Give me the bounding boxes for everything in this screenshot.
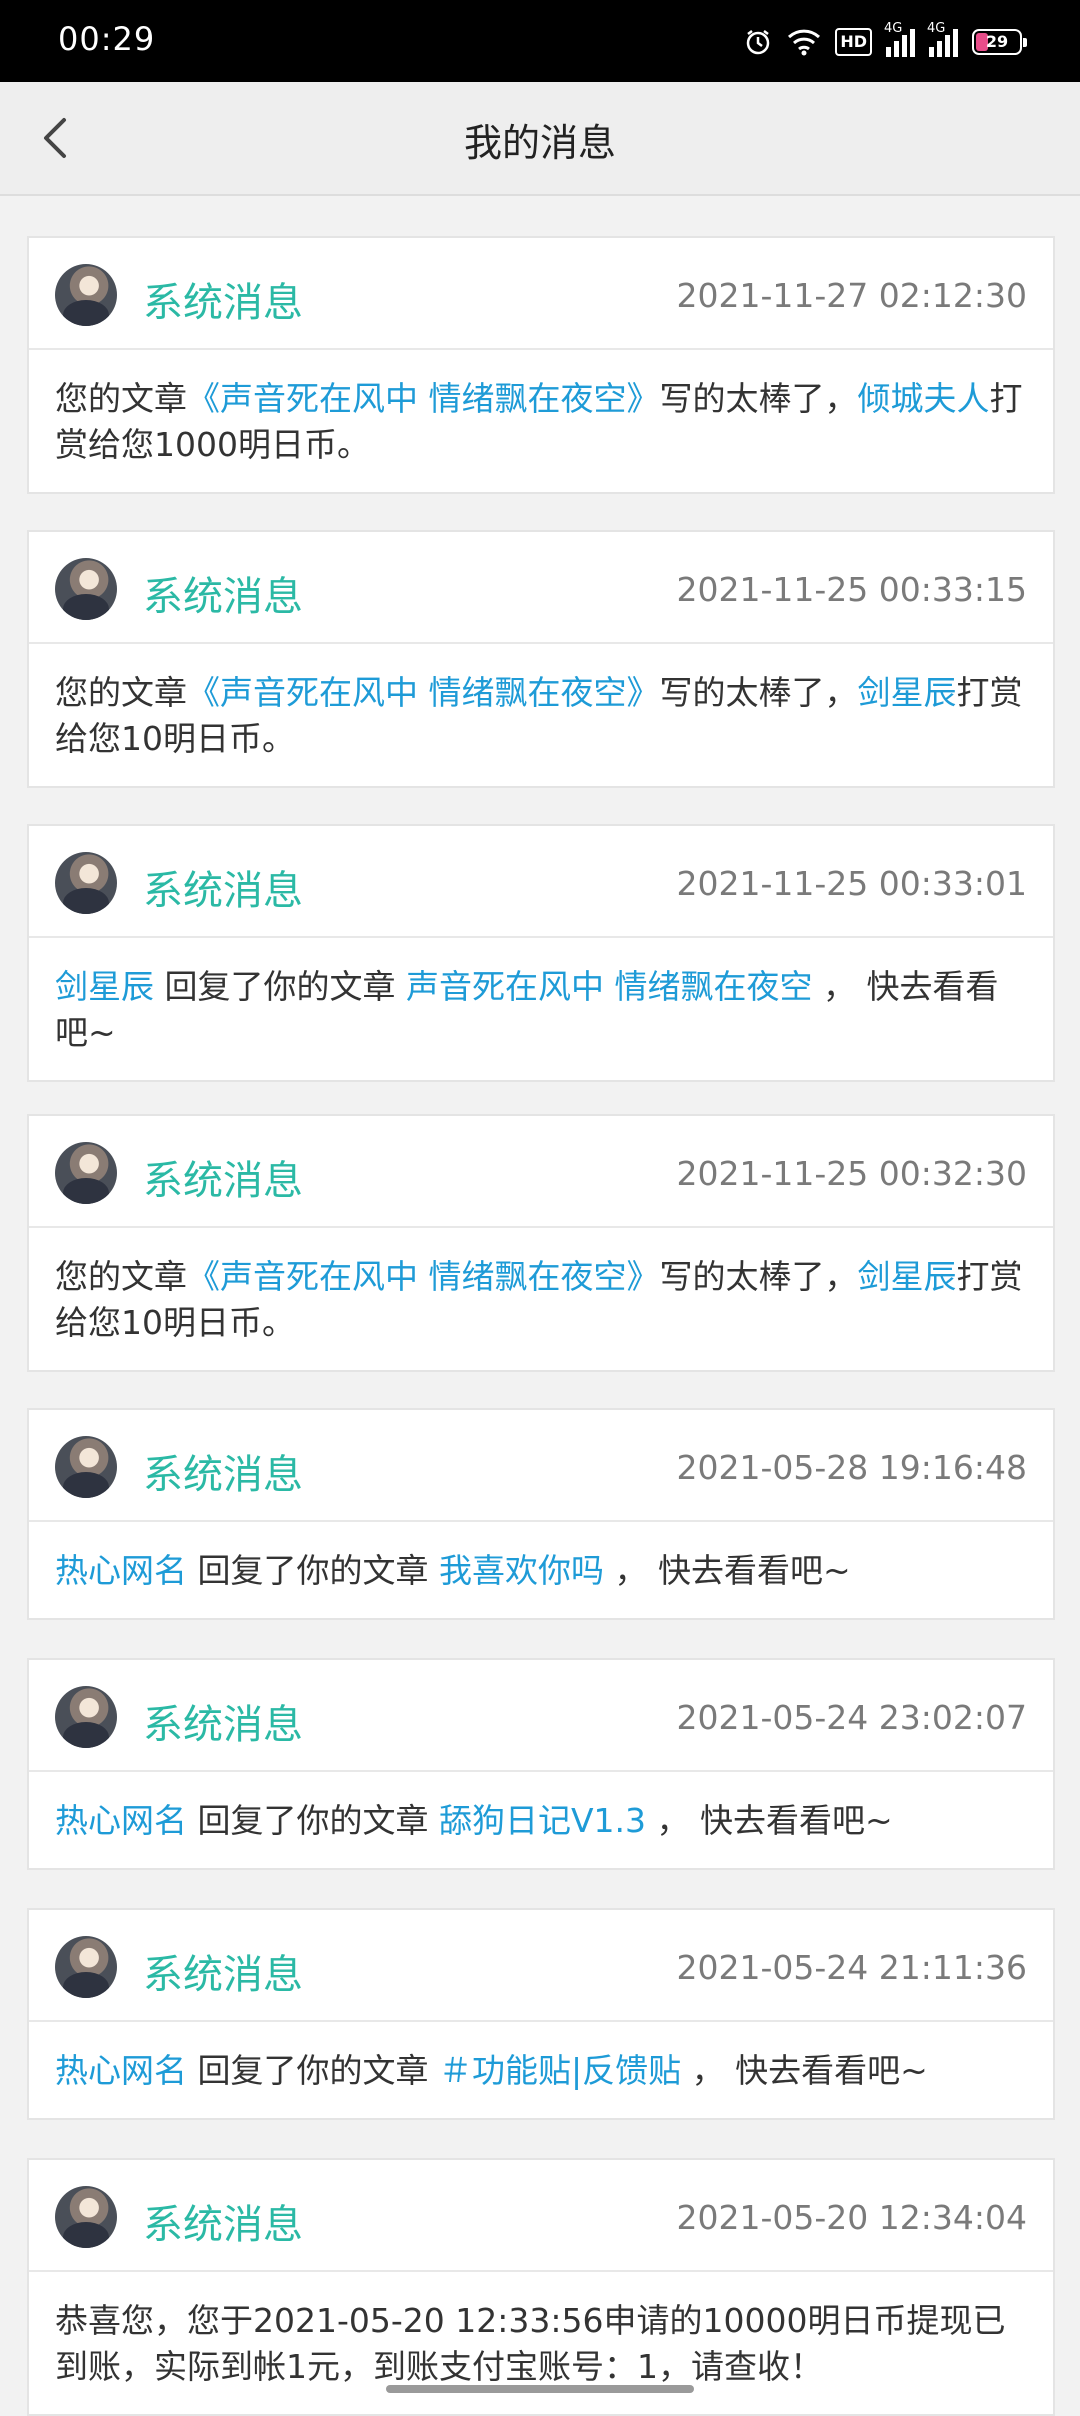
message-time: 2021-11-27 02:12:30 (676, 276, 1027, 315)
message-card[interactable]: 系统消息 2021-11-25 00:32:30 您的文章《声音死在风中 情绪飘在夜… (27, 1114, 1055, 1372)
message-body: 您的文章《声音死在风中 情绪飘在夜空》写的太棒了，剑星辰打赏给您10明日币。 (29, 644, 1053, 786)
message-header: 系统消息 2021-11-25 00:33:15 (29, 532, 1053, 644)
status-time: 00:29 (58, 20, 156, 58)
message-body: 热心网名 回复了你的文章 舔狗日记V1.3 ， 快去看看吧~ (29, 1772, 1053, 1868)
message-card[interactable]: 系统消息 2021-05-24 23:02:07 热心网名 回复了你的文章 舔狗日记… (27, 1658, 1055, 1870)
message-text: 回复了你的文章 (187, 1551, 439, 1590)
signal-icon-2: 4G (927, 21, 958, 57)
message-text: 恭喜您，您于2021-05-20 12:33:56申请的10000明日币提现已到… (55, 2301, 1006, 2386)
message-time: 2021-11-25 00:33:15 (676, 570, 1027, 609)
message-link[interactable]: 倾城夫人 (858, 379, 990, 418)
message-header: 系统消息 2021-05-24 21:11:36 (29, 1910, 1053, 2022)
alarm-icon (743, 27, 773, 57)
battery-level: 29 (985, 32, 1009, 51)
message-text: 回复了你的文章 (154, 967, 406, 1006)
battery-icon: 29 (972, 29, 1027, 55)
message-text: 您的文章 (55, 1257, 187, 1296)
message-link[interactable]: 热心网名 (55, 1801, 187, 1840)
status-icons: HD 4G 4G 29 (743, 21, 1027, 62)
signal-icon-1: 4G (884, 21, 915, 57)
message-header: 系统消息 2021-11-25 00:33:01 (29, 826, 1053, 938)
avatar[interactable] (55, 852, 117, 914)
message-link[interactable]: 热心网名 (55, 1551, 187, 1590)
message-header: 系统消息 2021-05-28 19:16:48 (29, 1410, 1053, 1522)
sender-name: 系统消息 (143, 1452, 303, 1498)
message-link[interactable]: 《声音死在风中 情绪飘在夜空》 (187, 379, 660, 418)
wifi-icon (787, 28, 821, 56)
message-link[interactable]: 热心网名 (55, 2051, 187, 2090)
avatar[interactable] (55, 1436, 117, 1498)
message-text: 回复了你的文章 (187, 2051, 439, 2090)
message-link[interactable]: 《声音死在风中 情绪飘在夜空》 (187, 673, 660, 712)
sender-name: 系统消息 (143, 868, 303, 914)
page-title: 我的消息 (463, 121, 616, 165)
hd-icon: HD (835, 28, 872, 56)
message-text: ， 快去看看吧~ (603, 1551, 851, 1590)
message-text: 写的太棒了， (659, 379, 858, 418)
message-card[interactable]: 系统消息 2021-11-27 02:12:30 您的文章《声音死在风中 情绪飘在夜… (27, 236, 1055, 494)
message-time: 2021-11-25 00:33:01 (676, 864, 1027, 903)
message-time: 2021-05-24 23:02:07 (676, 1698, 1027, 1737)
app-header: 我的消息 (0, 82, 1080, 196)
avatar[interactable] (55, 1686, 117, 1748)
message-text: ， 快去看看吧~ (646, 1801, 893, 1840)
message-card[interactable]: 系统消息 2021-05-24 21:11:36 热心网名 回复了你的文章 ＃功能贴… (27, 1908, 1055, 2120)
message-link[interactable]: ＃功能贴|反馈贴 (439, 2051, 681, 2090)
message-link[interactable]: 我喜欢你吗 (439, 1551, 604, 1590)
avatar[interactable] (55, 558, 117, 620)
message-link[interactable]: 声音死在风中 情绪飘在夜空 (406, 967, 813, 1006)
message-text: 您的文章 (55, 379, 187, 418)
message-card[interactable]: 系统消息 2021-11-25 00:33:15 您的文章《声音死在风中 情绪飘在夜… (27, 530, 1055, 788)
message-link[interactable]: 剑星辰 (858, 1257, 957, 1296)
sender-name: 系统消息 (143, 1158, 303, 1204)
message-link[interactable]: 剑星辰 (858, 673, 957, 712)
home-indicator[interactable] (386, 2385, 694, 2393)
message-link[interactable]: 剑星辰 (55, 967, 154, 1006)
message-text: 写的太棒了， (659, 673, 858, 712)
message-time: 2021-11-25 00:32:30 (676, 1154, 1027, 1193)
status-bar: 00:29 HD 4G 4G 29 (0, 0, 1080, 82)
message-card[interactable]: 系统消息 2021-05-20 12:34:04 恭喜您，您于2021-05-20 … (27, 2158, 1055, 2416)
message-link[interactable]: 舔狗日记V1.3 (439, 1801, 646, 1840)
avatar[interactable] (55, 2186, 117, 2248)
message-text: 写的太棒了， (659, 1257, 858, 1296)
message-header: 系统消息 2021-05-24 23:02:07 (29, 1660, 1053, 1772)
message-body: 您的文章《声音死在风中 情绪飘在夜空》写的太棒了，剑星辰打赏给您10明日币。 (29, 1228, 1053, 1370)
avatar[interactable] (55, 1142, 117, 1204)
message-time: 2021-05-20 12:34:04 (676, 2198, 1027, 2237)
sender-name: 系统消息 (143, 1952, 303, 1998)
network-tag: 4G (884, 21, 903, 36)
message-text: 您的文章 (55, 673, 187, 712)
message-body: 热心网名 回复了你的文章 我喜欢你吗 ， 快去看看吧~ (29, 1522, 1053, 1618)
message-text: 回复了你的文章 (187, 1801, 439, 1840)
message-body: 您的文章《声音死在风中 情绪飘在夜空》写的太棒了，倾城夫人打赏给您1000明日币… (29, 350, 1053, 492)
message-card[interactable]: 系统消息 2021-11-25 00:33:01 剑星辰 回复了你的文章 声音死在风… (27, 824, 1055, 1082)
sender-name: 系统消息 (143, 2202, 303, 2248)
network-tag: 4G (927, 21, 946, 36)
message-card[interactable]: 系统消息 2021-05-28 19:16:48 热心网名 回复了你的文章 我喜欢你… (27, 1408, 1055, 1620)
sender-name: 系统消息 (143, 574, 303, 620)
sender-name: 系统消息 (143, 280, 303, 326)
message-header: 系统消息 2021-11-27 02:12:30 (29, 238, 1053, 350)
message-time: 2021-05-28 19:16:48 (676, 1448, 1027, 1487)
message-body: 剑星辰 回复了你的文章 声音死在风中 情绪飘在夜空 ， 快去看看吧~ (29, 938, 1053, 1080)
sender-name: 系统消息 (143, 1702, 303, 1748)
message-header: 系统消息 2021-05-20 12:34:04 (29, 2160, 1053, 2272)
message-text: ， 快去看看吧~ (681, 2051, 928, 2090)
avatar[interactable] (55, 264, 117, 326)
avatar[interactable] (55, 1936, 117, 1998)
message-header: 系统消息 2021-11-25 00:32:30 (29, 1116, 1053, 1228)
message-time: 2021-05-24 21:11:36 (676, 1948, 1027, 1987)
message-link[interactable]: 《声音死在风中 情绪飘在夜空》 (187, 1257, 660, 1296)
message-body: 热心网名 回复了你的文章 ＃功能贴|反馈贴 ， 快去看看吧~ (29, 2022, 1053, 2118)
